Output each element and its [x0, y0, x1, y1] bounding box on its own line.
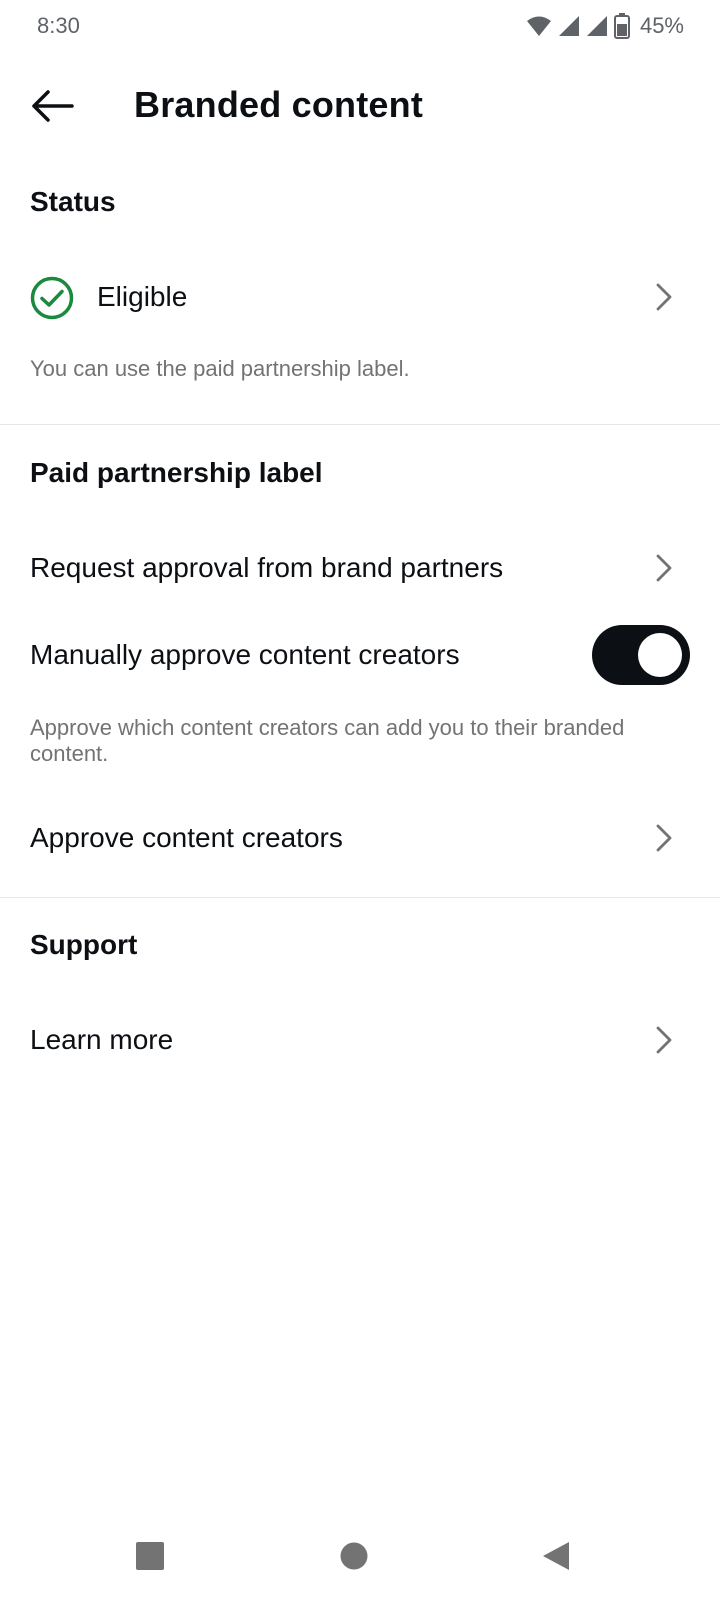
learn-more-label: Learn more	[30, 1024, 174, 1055]
section-title-support: Support	[30, 929, 138, 960]
system-back-button[interactable]	[526, 1526, 586, 1586]
section-title-paid-partnership: Paid partnership label	[30, 457, 323, 488]
request-approval-label: Request approval from brand partners	[30, 552, 504, 583]
chevron-right-icon	[656, 283, 672, 311]
toggle-knob	[638, 633, 682, 677]
status-label: Eligible	[97, 281, 188, 312]
chevron-right-icon	[656, 824, 672, 852]
check-circle-icon	[30, 276, 74, 325]
wifi-icon	[526, 15, 552, 37]
screen: 8:30 45% Branded content Status Eligible…	[0, 0, 720, 1600]
recents-button[interactable]	[120, 1526, 180, 1586]
system-nav-bar	[0, 1510, 720, 1600]
approve-creators-row[interactable]: Approve content creators	[0, 808, 720, 868]
home-button[interactable]	[324, 1526, 384, 1586]
recents-square-icon	[136, 1542, 164, 1570]
back-arrow-icon	[32, 90, 74, 122]
approve-creators-label: Approve content creators	[30, 822, 343, 853]
request-approval-row[interactable]: Request approval from brand partners	[0, 538, 720, 598]
signal-icon	[558, 15, 580, 37]
divider	[0, 897, 720, 898]
signal-icon	[586, 15, 608, 37]
manual-approve-toggle[interactable]	[592, 625, 690, 685]
learn-more-row[interactable]: Learn more	[0, 1010, 720, 1070]
status-helper-text: You can use the paid partnership label.	[30, 356, 410, 381]
battery-percentage: 45%	[639, 13, 684, 38]
section-title-status: Status	[30, 186, 116, 217]
home-circle-icon	[340, 1542, 368, 1570]
manual-approve-label: Manually approve content creators	[30, 639, 460, 670]
chevron-right-icon	[656, 1026, 672, 1054]
header: Branded content	[0, 68, 720, 144]
status-eligible-row[interactable]: Eligible	[0, 266, 720, 328]
status-icons: 45%	[526, 13, 684, 39]
manual-approve-row: Manually approve content creators	[0, 620, 720, 690]
status-bar: 8:30 45%	[0, 0, 720, 52]
back-button[interactable]	[24, 82, 80, 130]
divider	[0, 424, 720, 425]
battery-icon	[613, 13, 630, 39]
page-title: Branded content	[134, 84, 424, 125]
manual-approve-helper-text: Approve which content creators can add y…	[30, 715, 625, 766]
back-triangle-icon	[543, 1542, 569, 1570]
chevron-right-icon	[656, 554, 672, 582]
status-time: 8:30	[37, 13, 80, 38]
